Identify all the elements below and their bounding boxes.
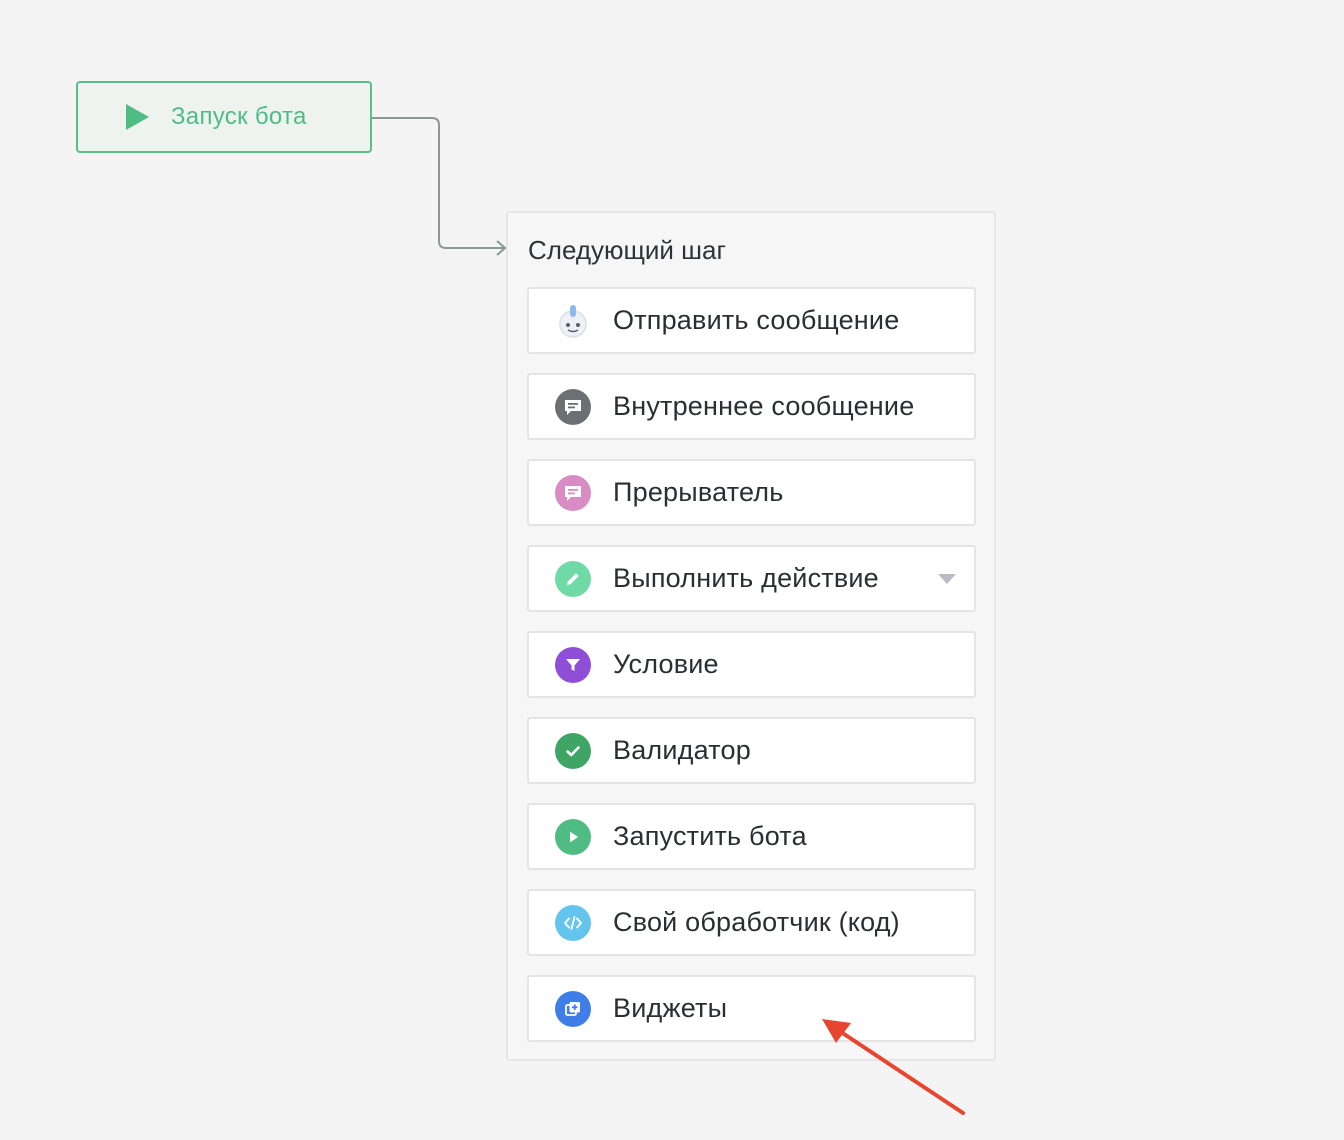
- step-label: Прерыватель: [613, 477, 784, 507]
- check-icon: [555, 732, 591, 769]
- step-label: Выполнить действие: [613, 563, 879, 593]
- widget-icon: [555, 990, 591, 1027]
- chat-gray-icon: [555, 388, 591, 425]
- step-label: Отправить сообщение: [613, 305, 900, 335]
- step-interrupter[interactable]: Прерыватель: [527, 459, 976, 526]
- play-circle-icon: [555, 818, 591, 855]
- code-icon: [555, 904, 591, 941]
- step-label: Свой обработчик (код): [613, 907, 900, 937]
- step-label: Запустить бота: [613, 821, 807, 851]
- step-validator[interactable]: Валидатор: [527, 717, 976, 784]
- start-node[interactable]: Запуск бота: [76, 81, 372, 153]
- filter-icon: [555, 646, 591, 683]
- step-label: Виджеты: [613, 993, 728, 1023]
- robot-icon: [555, 303, 591, 339]
- play-icon: [126, 104, 149, 130]
- start-node-label: Запуск бота: [171, 103, 307, 130]
- step-label: Условие: [613, 649, 719, 679]
- step-widgets[interactable]: Виджеты: [527, 975, 976, 1042]
- step-launch-bot[interactable]: Запустить бота: [527, 803, 976, 870]
- step-label: Внутреннее сообщение: [613, 391, 915, 421]
- step-condition[interactable]: Условие: [527, 631, 976, 698]
- chat-pink-icon: [555, 474, 591, 511]
- pencil-icon: [555, 560, 591, 597]
- step-label: Валидатор: [613, 735, 751, 765]
- step-internal-message[interactable]: Внутреннее сообщение: [527, 373, 976, 440]
- next-step-panel: Следующий шаг Отправить сообщение Внутре…: [506, 211, 996, 1061]
- step-custom-handler[interactable]: Свой обработчик (код): [527, 889, 976, 956]
- panel-title: Следующий шаг: [528, 235, 726, 265]
- chevron-down-icon[interactable]: [938, 574, 956, 584]
- step-send-message[interactable]: Отправить сообщение: [527, 287, 976, 354]
- flow-canvas: Запуск бота Следующий шаг Отправить сооб…: [0, 0, 1344, 1140]
- step-perform-action[interactable]: Выполнить действие: [527, 545, 976, 612]
